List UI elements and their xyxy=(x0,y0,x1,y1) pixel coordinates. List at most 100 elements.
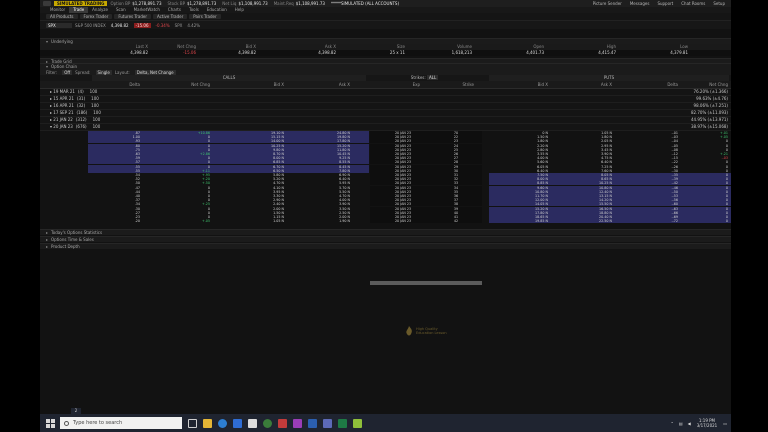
account-selector[interactable]: *****SIMULATED (ALL ACCOUNTS) xyxy=(331,1,399,6)
expiration-days: (312) xyxy=(75,117,87,122)
calls-col-header[interactable]: Bid X xyxy=(236,82,284,88)
teams-icon[interactable] xyxy=(323,418,332,428)
tool-support[interactable]: Support xyxy=(657,1,673,6)
volume-icon[interactable]: ◀ xyxy=(688,421,691,426)
puts-col-header[interactable]: Delta xyxy=(640,82,678,88)
expiration-cell[interactable]: 20 JAN 23 xyxy=(380,219,426,223)
calls-col-header[interactable]: Net Chng xyxy=(162,82,210,88)
put-delta[interactable]: -.72 xyxy=(640,219,678,223)
expiration-label: ▾ 20 JAN 23 (676) 100 xyxy=(50,124,100,130)
edge-browser-icon[interactable] xyxy=(218,418,227,428)
layout-value[interactable]: Delta, Net Change xyxy=(134,69,176,75)
expiration-row[interactable]: ▾ 20 JAN 23 (676) 100 38.97% (±15.068) xyxy=(40,124,731,131)
excel-icon[interactable] xyxy=(338,418,347,428)
sub-tab-bar: All Products Forex Trader Futures Trader… xyxy=(40,13,731,21)
call-net-change[interactable]: +.05 xyxy=(162,219,210,223)
tool-setup[interactable]: Setup xyxy=(713,1,725,6)
expiration-implied-move: 98.06% (±7.251) xyxy=(693,103,728,108)
subtab-pairs-trader[interactable]: Pairs Trader xyxy=(189,14,221,19)
subtab-all-products[interactable]: All Products xyxy=(46,14,78,19)
trading-platform-window: SIMULATED TRADING Option BP $1,278,891.73… xyxy=(40,0,731,432)
table-row[interactable]: .20 +.05 1.05 N 1.90 N 20 JAN 23 42 19.85 N 22.… xyxy=(40,219,731,224)
flame-logo-icon xyxy=(406,326,412,336)
option-chain-grid: .87 +10.86 19.10 N 24.80 N 20 JAN 23 70 0 N 1.0… xyxy=(40,131,731,285)
subtab-futures-trader[interactable]: Futures Trader xyxy=(114,14,152,19)
expiration-date: 15 APR 21 xyxy=(53,96,74,101)
section-todays-options-statistics[interactable]: ▸ Today's Options Statistics xyxy=(40,229,731,235)
puts-col-header[interactable]: Ask X xyxy=(574,82,612,88)
notification-icon[interactable]: ▭ xyxy=(723,421,727,426)
expiration-date: 16 APR 21 xyxy=(53,103,74,108)
word-icon[interactable] xyxy=(308,418,317,428)
puts-col-header[interactable]: Bid X xyxy=(510,82,548,88)
taskbar-search-input[interactable]: Type here to search xyxy=(60,417,182,429)
media-app-icon[interactable] xyxy=(278,418,287,428)
expiration-row[interactable]: ▸ 19 MAR 21 (4) 100 76.20% (±1.366) xyxy=(40,89,731,96)
expiration-label: ▸ 17 SEP 21 (186) 100 xyxy=(50,110,101,116)
taskbar-clock[interactable]: 1:19 PM 3/17/2021 xyxy=(697,418,718,428)
expiration-count: 100 xyxy=(92,117,101,122)
chevron-up-icon[interactable]: ⌃ xyxy=(670,421,673,426)
expiration-count: 100 xyxy=(91,103,99,108)
underlying-value: 4,401.73 xyxy=(526,50,544,55)
strikes-value[interactable]: ALL xyxy=(427,75,439,80)
expiration-count: 100 xyxy=(92,124,101,129)
section-options-time-sales[interactable]: ▸ Options Time & Sales xyxy=(40,236,731,242)
expiration-row[interactable]: ▸ 16 APR 21 (32) 100 98.06% (±7.251) xyxy=(40,103,731,110)
expiration-row[interactable]: ▸ 17 SEP 21 (186) 100 82.70% (±11.093) xyxy=(40,110,731,117)
expiration-count: 100 xyxy=(93,110,101,115)
underlying-value: 4,398.82 xyxy=(238,50,256,55)
strike-cell[interactable]: 42 xyxy=(438,219,474,223)
underlying-value: 25 x 11 xyxy=(389,50,405,55)
call-delta[interactable]: .20 xyxy=(92,219,140,223)
onenote-icon[interactable] xyxy=(293,418,302,428)
expiration-days: (32) xyxy=(76,103,86,108)
put-net-change[interactable]: 0 xyxy=(690,219,728,223)
put-bid[interactable]: 19.85 N xyxy=(510,219,548,223)
calls-col-header[interactable]: Ask X xyxy=(302,82,350,88)
symbol-input[interactable]: SPX xyxy=(46,22,72,28)
expiration-row[interactable]: ▸ 15 APR 21 (31) 100 99.63% (±4.76) xyxy=(40,96,731,103)
spread-value[interactable]: Single xyxy=(95,69,112,75)
middle-col-header[interactable]: Strike xyxy=(438,82,475,88)
change-percent: -0.34% xyxy=(155,22,170,28)
network-icon[interactable]: ▤ xyxy=(679,421,683,426)
expiration-days: (31) xyxy=(76,96,86,101)
task-view-icon[interactable] xyxy=(188,418,197,428)
put-ask[interactable]: 22.50 N xyxy=(574,219,612,223)
puts-col-header[interactable]: Net Chng xyxy=(690,82,728,88)
chain-column-headers: Delta Net Chng Bid X Ask X Exp Strike Bid X Ask… xyxy=(40,81,731,89)
chrome-browser-icon[interactable] xyxy=(263,418,272,428)
app-icon[interactable] xyxy=(248,418,257,428)
expiration-implied-move: 44.95% (±13.971) xyxy=(691,117,728,122)
calls-col-header[interactable]: Delta xyxy=(92,82,140,88)
thinkorswim-icon[interactable] xyxy=(353,418,362,428)
expiration-implied-move: 76.20% (±1.366) xyxy=(693,89,728,94)
section-product-depth[interactable]: ▸ Product Depth xyxy=(40,243,731,249)
call-bid[interactable]: 1.05 N xyxy=(236,219,284,223)
subtab-forex-trader[interactable]: Forex Trader xyxy=(79,14,113,19)
mode-badge: SIMULATED TRADING xyxy=(54,1,108,6)
tool-picture-sender[interactable]: Picture Sender xyxy=(593,1,622,6)
summary-net-liq: Net Liq $1,108,991.73 xyxy=(222,1,268,6)
underlying-value: -15.06 xyxy=(183,50,196,55)
start-button[interactable] xyxy=(44,417,56,429)
tool-chat-rooms[interactable]: Chat Rooms xyxy=(681,1,705,6)
expiration-implied-move: 82.70% (±11.093) xyxy=(691,110,728,115)
middle-col-header[interactable]: Exp xyxy=(384,82,420,88)
subtab-active-trader[interactable]: Active Trader xyxy=(153,14,188,19)
expiration-row[interactable]: ▸ 21 JAN 22 (312) 100 44.95% (±13.971) xyxy=(40,117,731,124)
expiration-days: (676) xyxy=(75,124,87,129)
call-ask[interactable]: 1.90 N xyxy=(302,219,350,223)
tool-messages[interactable]: Messages xyxy=(630,1,650,6)
file-explorer-icon[interactable] xyxy=(203,418,212,428)
expiration-label: ▸ 21 JAN 22 (312) 100 xyxy=(50,117,100,123)
expiration-label: ▸ 16 APR 21 (32) 100 xyxy=(50,103,99,109)
underlying-values: 4,398.82 -15.06 4,398.82 4,398.82 25 x 11 1,6… xyxy=(40,50,731,56)
underlying-value: 1,618,213 xyxy=(451,50,472,55)
store-icon[interactable] xyxy=(233,418,242,428)
extra-value: 4.42% xyxy=(187,22,201,28)
filter-value[interactable]: Off xyxy=(62,69,73,75)
watermark: High Quality Education Lesson xyxy=(405,326,447,336)
expand-triangle-icon[interactable]: ▸ xyxy=(46,244,48,250)
